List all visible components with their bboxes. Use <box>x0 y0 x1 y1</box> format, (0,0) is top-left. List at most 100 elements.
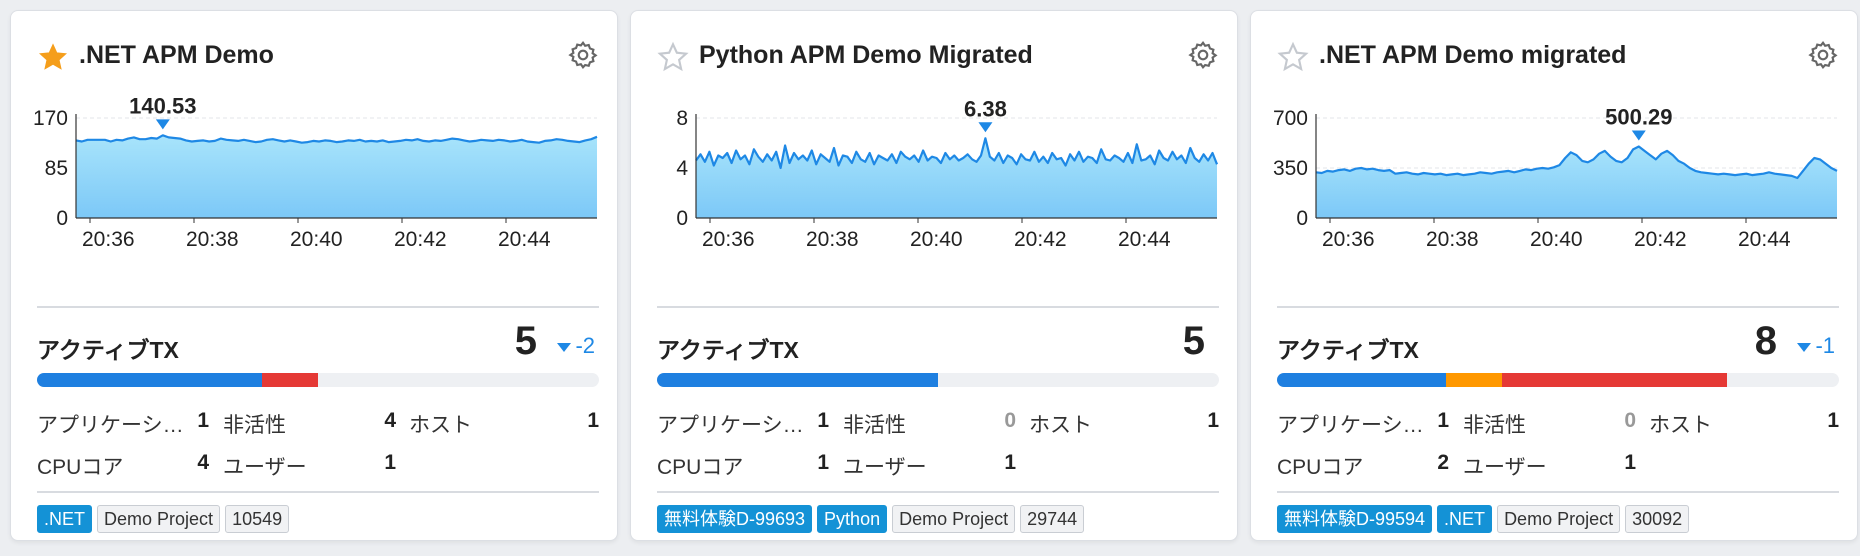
tag[interactable]: Demo Project <box>1497 505 1621 533</box>
active-tx-bar <box>37 373 599 387</box>
tag[interactable]: Python <box>817 505 888 533</box>
tag[interactable]: .NET <box>37 505 93 533</box>
dashboard: .NET APM Demo 170 85 0 20:36 20:38 20:40 20:42… <box>0 0 1860 556</box>
active-tx-label: アクティブTX <box>37 337 179 363</box>
triangle-down-icon <box>1797 342 1812 352</box>
project-title[interactable]: Python APM Demo Migrated <box>699 41 1033 70</box>
stat-app-value: 1 <box>197 409 209 432</box>
x-tick-label: 20:36 <box>702 228 755 251</box>
x-tick-label: 20:38 <box>1426 228 1479 251</box>
area-fill <box>1316 146 1837 218</box>
x-tick-label: 20:36 <box>1322 228 1375 251</box>
active-tx-delta: -1 <box>1797 333 1835 359</box>
stat-cpu-label: CPUコア <box>37 456 124 479</box>
tag[interactable]: .NET <box>1437 505 1493 533</box>
card-header: Python APM Demo Migrated <box>631 11 1237 81</box>
x-tick-label: 20:44 <box>1118 228 1171 251</box>
stat-cpu-value: 2 <box>1437 451 1449 474</box>
triangle-down-icon <box>557 342 572 352</box>
tag[interactable]: 無料体験D-99594 <box>1277 505 1433 533</box>
y-tick-label: 700 <box>1273 107 1308 130</box>
x-tick-label: 20:38 <box>806 228 859 251</box>
tps-area-chart: 170 85 0 20:36 20:38 20:40 20:42 20:44 140.53 <box>33 93 598 251</box>
tag[interactable]: 10549 <box>225 505 290 533</box>
tps-area-chart: 8 4 0 20:36 20:38 20:40 20:42 20:44 6.38 <box>676 96 1219 251</box>
divider <box>1277 306 1839 308</box>
stat-app-value: 1 <box>817 409 829 432</box>
peak-value-label: 6.38 <box>964 96 1007 121</box>
y-tick-label: 350 <box>1273 157 1308 180</box>
stat-inactive-value: 0 <box>1004 409 1016 432</box>
delta-value: -2 <box>575 333 595 358</box>
stat-inactive-label: 非活性 <box>843 414 906 437</box>
x-tick-label: 20:42 <box>1634 228 1687 251</box>
card-header: .NET APM Demo <box>11 11 617 81</box>
x-tick-label: 20:44 <box>1738 228 1791 251</box>
x-tick-label: 20:42 <box>394 228 447 251</box>
active-tx-count: 5 <box>514 319 537 363</box>
stat-app-value: 1 <box>1437 409 1449 432</box>
divider <box>1277 491 1839 493</box>
stat-user-label: ユーザー <box>843 456 927 479</box>
y-tick-label: 170 <box>33 107 68 130</box>
triangle-down-icon <box>1631 130 1646 141</box>
triangle-down-icon <box>155 119 170 130</box>
tag[interactable]: 29744 <box>1020 505 1085 533</box>
tag[interactable]: 無料体験D-99693 <box>657 505 813 533</box>
y-tick-label: 0 <box>1296 207 1308 230</box>
stat-host-value: 1 <box>587 409 599 432</box>
stat-user-value: 1 <box>384 451 396 474</box>
stat-inactive-label: 非活性 <box>1463 414 1526 437</box>
project-card[interactable]: Python APM Demo Migrated 8 4 0 20:36 20:38 20… <box>630 10 1238 541</box>
stat-inactive-value: 0 <box>1624 409 1636 432</box>
project-card[interactable]: .NET APM Demo migrated 700 350 0 20:36 20:38… <box>1250 10 1858 541</box>
divider <box>37 306 599 308</box>
tx-bar-segment <box>657 373 938 387</box>
tag[interactable]: Demo Project <box>892 505 1016 533</box>
stat-inactive-label: 非活性 <box>223 414 286 437</box>
gear-icon[interactable] <box>1187 39 1219 71</box>
star-outline-icon[interactable] <box>1277 41 1309 73</box>
x-tick-label: 20:44 <box>498 228 551 251</box>
active-tx-label: アクティブTX <box>1277 337 1419 363</box>
active-tx-label: アクティブTX <box>657 337 799 363</box>
project-card[interactable]: .NET APM Demo 170 85 0 20:36 20:38 20:40 20:42… <box>10 10 618 541</box>
tag[interactable]: Demo Project <box>97 505 221 533</box>
stat-host-value: 1 <box>1207 409 1219 432</box>
star-outline-icon[interactable] <box>657 41 689 73</box>
card-header: .NET APM Demo migrated <box>1251 11 1857 81</box>
stat-host-label: ホスト <box>1649 414 1712 437</box>
x-tick-label: 20:40 <box>1530 228 1583 251</box>
y-tick-label: 85 <box>45 157 68 180</box>
x-tick-label: 20:40 <box>910 228 963 251</box>
tag-list: .NET Demo Project 10549 <box>37 505 290 533</box>
active-tx-count: 8 <box>1754 319 1777 363</box>
divider <box>37 491 599 493</box>
peak-value-label: 140.53 <box>129 93 196 118</box>
tag[interactable]: 30092 <box>1625 505 1690 533</box>
x-tick-label: 20:42 <box>1014 228 1067 251</box>
tps-area-chart: 700 350 0 20:36 20:38 20:40 20:42 20:44 500.29 <box>1273 105 1838 251</box>
stat-host-value: 1 <box>1827 409 1839 432</box>
tx-bar-segment <box>1445 373 1502 387</box>
gear-icon[interactable] <box>567 39 599 71</box>
y-tick-label: 0 <box>676 207 688 230</box>
y-tick-label: 8 <box>676 107 688 130</box>
divider <box>657 306 1219 308</box>
triangle-down-icon <box>978 122 993 133</box>
project-title[interactable]: .NET APM Demo migrated <box>1319 41 1626 70</box>
project-title[interactable]: .NET APM Demo <box>79 41 274 70</box>
active-tx-delta: -2 <box>557 333 595 359</box>
peak-value-label: 500.29 <box>1605 105 1672 130</box>
stat-user-label: ユーザー <box>1463 456 1547 479</box>
stat-cpu-value: 4 <box>197 451 209 474</box>
stat-cpu-label: CPUコア <box>1277 456 1364 479</box>
tx-bar-segment <box>1501 373 1727 387</box>
active-tx-bar <box>657 373 1219 387</box>
star-filled-icon[interactable] <box>37 41 69 73</box>
y-tick-label: 4 <box>676 157 688 180</box>
gear-icon[interactable] <box>1807 39 1839 71</box>
stat-user-value: 1 <box>1004 451 1016 474</box>
stat-user-value: 1 <box>1624 451 1636 474</box>
stat-app-label: アプリケーシ… <box>657 414 804 437</box>
